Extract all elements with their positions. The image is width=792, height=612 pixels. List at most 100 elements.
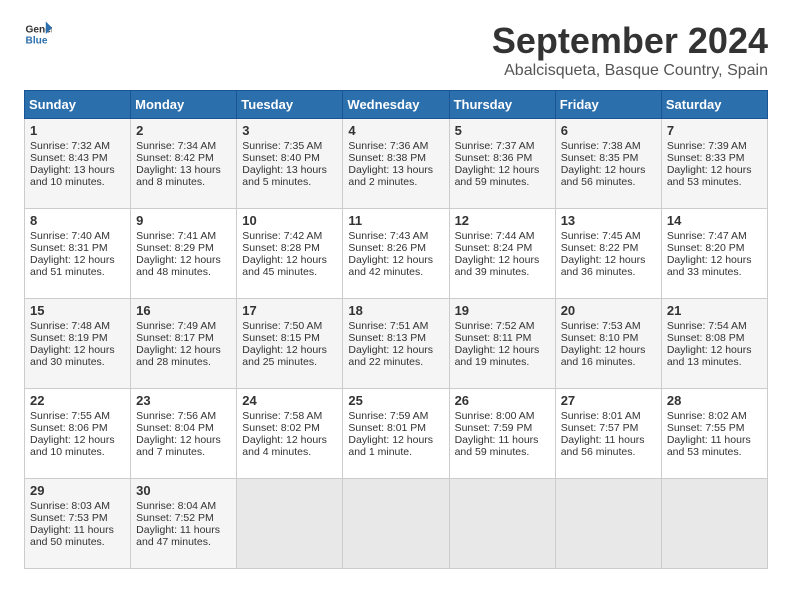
calendar-cell: [555, 479, 661, 569]
day-number: 24: [242, 393, 337, 408]
calendar-cell: 17Sunrise: 7:50 AMSunset: 8:15 PMDayligh…: [237, 299, 343, 389]
month-title: September 2024: [492, 20, 768, 62]
cell-text: and 16 minutes.: [561, 356, 656, 368]
cell-text: Sunset: 8:28 PM: [242, 242, 337, 254]
weekday-header-sunday: Sunday: [25, 91, 131, 119]
cell-text: Sunset: 8:06 PM: [30, 422, 125, 434]
cell-text: Sunset: 8:29 PM: [136, 242, 231, 254]
cell-text: and 36 minutes.: [561, 266, 656, 278]
cell-text: Daylight: 12 hours: [455, 344, 550, 356]
cell-text: Sunset: 8:40 PM: [242, 152, 337, 164]
cell-text: Sunset: 8:43 PM: [30, 152, 125, 164]
cell-text: Sunrise: 7:40 AM: [30, 230, 125, 242]
cell-text: Sunset: 8:38 PM: [348, 152, 443, 164]
calendar-cell: 21Sunrise: 7:54 AMSunset: 8:08 PMDayligh…: [661, 299, 767, 389]
cell-text: Daylight: 13 hours: [136, 164, 231, 176]
day-number: 4: [348, 123, 443, 138]
calendar-cell: 13Sunrise: 7:45 AMSunset: 8:22 PMDayligh…: [555, 209, 661, 299]
cell-text: Sunrise: 7:50 AM: [242, 320, 337, 332]
day-number: 25: [348, 393, 443, 408]
cell-text: Daylight: 12 hours: [667, 344, 762, 356]
cell-text: Sunrise: 8:00 AM: [455, 410, 550, 422]
cell-text: and 48 minutes.: [136, 266, 231, 278]
cell-text: Daylight: 12 hours: [30, 434, 125, 446]
cell-text: Sunrise: 7:35 AM: [242, 140, 337, 152]
cell-text: Sunrise: 7:56 AM: [136, 410, 231, 422]
cell-text: Sunset: 8:10 PM: [561, 332, 656, 344]
cell-text: Daylight: 13 hours: [348, 164, 443, 176]
calendar-cell: 12Sunrise: 7:44 AMSunset: 8:24 PMDayligh…: [449, 209, 555, 299]
calendar-cell: [343, 479, 449, 569]
cell-text: Daylight: 12 hours: [348, 434, 443, 446]
cell-text: Sunset: 8:26 PM: [348, 242, 443, 254]
cell-text: Sunrise: 7:54 AM: [667, 320, 762, 332]
cell-text: Sunset: 8:35 PM: [561, 152, 656, 164]
cell-text: Sunset: 8:24 PM: [455, 242, 550, 254]
cell-text: Sunrise: 7:58 AM: [242, 410, 337, 422]
weekday-header-wednesday: Wednesday: [343, 91, 449, 119]
cell-text: Sunset: 7:52 PM: [136, 512, 231, 524]
cell-text: Daylight: 12 hours: [561, 344, 656, 356]
cell-text: Sunrise: 7:39 AM: [667, 140, 762, 152]
calendar-week-row: 8Sunrise: 7:40 AMSunset: 8:31 PMDaylight…: [25, 209, 768, 299]
cell-text: and 25 minutes.: [242, 356, 337, 368]
weekday-header-friday: Friday: [555, 91, 661, 119]
cell-text: and 33 minutes.: [667, 266, 762, 278]
cell-text: and 22 minutes.: [348, 356, 443, 368]
day-number: 2: [136, 123, 231, 138]
day-number: 30: [136, 483, 231, 498]
cell-text: Sunrise: 8:03 AM: [30, 500, 125, 512]
calendar-cell: 2Sunrise: 7:34 AMSunset: 8:42 PMDaylight…: [131, 119, 237, 209]
cell-text: Daylight: 12 hours: [455, 164, 550, 176]
cell-text: Daylight: 11 hours: [136, 524, 231, 536]
day-number: 23: [136, 393, 231, 408]
cell-text: Daylight: 12 hours: [136, 254, 231, 266]
calendar-cell: 3Sunrise: 7:35 AMSunset: 8:40 PMDaylight…: [237, 119, 343, 209]
calendar-cell: 23Sunrise: 7:56 AMSunset: 8:04 PMDayligh…: [131, 389, 237, 479]
cell-text: Daylight: 12 hours: [242, 344, 337, 356]
cell-text: Daylight: 12 hours: [136, 344, 231, 356]
calendar-cell: 19Sunrise: 7:52 AMSunset: 8:11 PMDayligh…: [449, 299, 555, 389]
calendar-cell: 29Sunrise: 8:03 AMSunset: 7:53 PMDayligh…: [25, 479, 131, 569]
location-title: Abalcisqueta, Basque Country, Spain: [492, 62, 768, 80]
day-number: 15: [30, 303, 125, 318]
calendar-cell: 25Sunrise: 7:59 AMSunset: 8:01 PMDayligh…: [343, 389, 449, 479]
cell-text: Sunset: 7:59 PM: [455, 422, 550, 434]
day-number: 8: [30, 213, 125, 228]
calendar-cell: [237, 479, 343, 569]
cell-text: Sunset: 8:17 PM: [136, 332, 231, 344]
weekday-header-tuesday: Tuesday: [237, 91, 343, 119]
cell-text: Sunset: 8:01 PM: [348, 422, 443, 434]
day-number: 6: [561, 123, 656, 138]
day-number: 21: [667, 303, 762, 318]
cell-text: and 8 minutes.: [136, 176, 231, 188]
cell-text: Sunset: 8:42 PM: [136, 152, 231, 164]
cell-text: Sunrise: 8:04 AM: [136, 500, 231, 512]
day-number: 1: [30, 123, 125, 138]
cell-text: Sunrise: 7:53 AM: [561, 320, 656, 332]
cell-text: and 10 minutes.: [30, 446, 125, 458]
cell-text: Sunset: 8:33 PM: [667, 152, 762, 164]
logo: General Blue: [24, 20, 52, 48]
day-number: 11: [348, 213, 443, 228]
weekday-header-monday: Monday: [131, 91, 237, 119]
cell-text: Sunrise: 7:32 AM: [30, 140, 125, 152]
cell-text: Sunset: 7:57 PM: [561, 422, 656, 434]
cell-text: and 7 minutes.: [136, 446, 231, 458]
calendar-week-row: 15Sunrise: 7:48 AMSunset: 8:19 PMDayligh…: [25, 299, 768, 389]
calendar-cell: 4 Sunrise: 7:36 AMSunset: 8:38 PMDaylight…: [343, 119, 449, 209]
cell-text: Sunrise: 7:38 AM: [561, 140, 656, 152]
weekday-header-row: SundayMondayTuesdayWednesdayThursdayFrid…: [25, 91, 768, 119]
cell-text: Sunset: 8:20 PM: [667, 242, 762, 254]
cell-text: Sunset: 7:53 PM: [30, 512, 125, 524]
calendar-week-row: 1 Sunrise: 7:32 AMSunset: 8:43 PM Daylight…: [25, 119, 768, 209]
cell-text: and 50 minutes.: [30, 536, 125, 548]
cell-text: and 2 minutes.: [348, 176, 443, 188]
day-number: 19: [455, 303, 550, 318]
cell-text: Sunrise: 7:36 AM: [348, 140, 443, 152]
cell-text: and 4 minutes.: [242, 446, 337, 458]
day-number: 9: [136, 213, 231, 228]
cell-text: Daylight: 12 hours: [30, 344, 125, 356]
cell-text: Daylight: 12 hours: [561, 254, 656, 266]
cell-text: Sunrise: 7:43 AM: [348, 230, 443, 242]
